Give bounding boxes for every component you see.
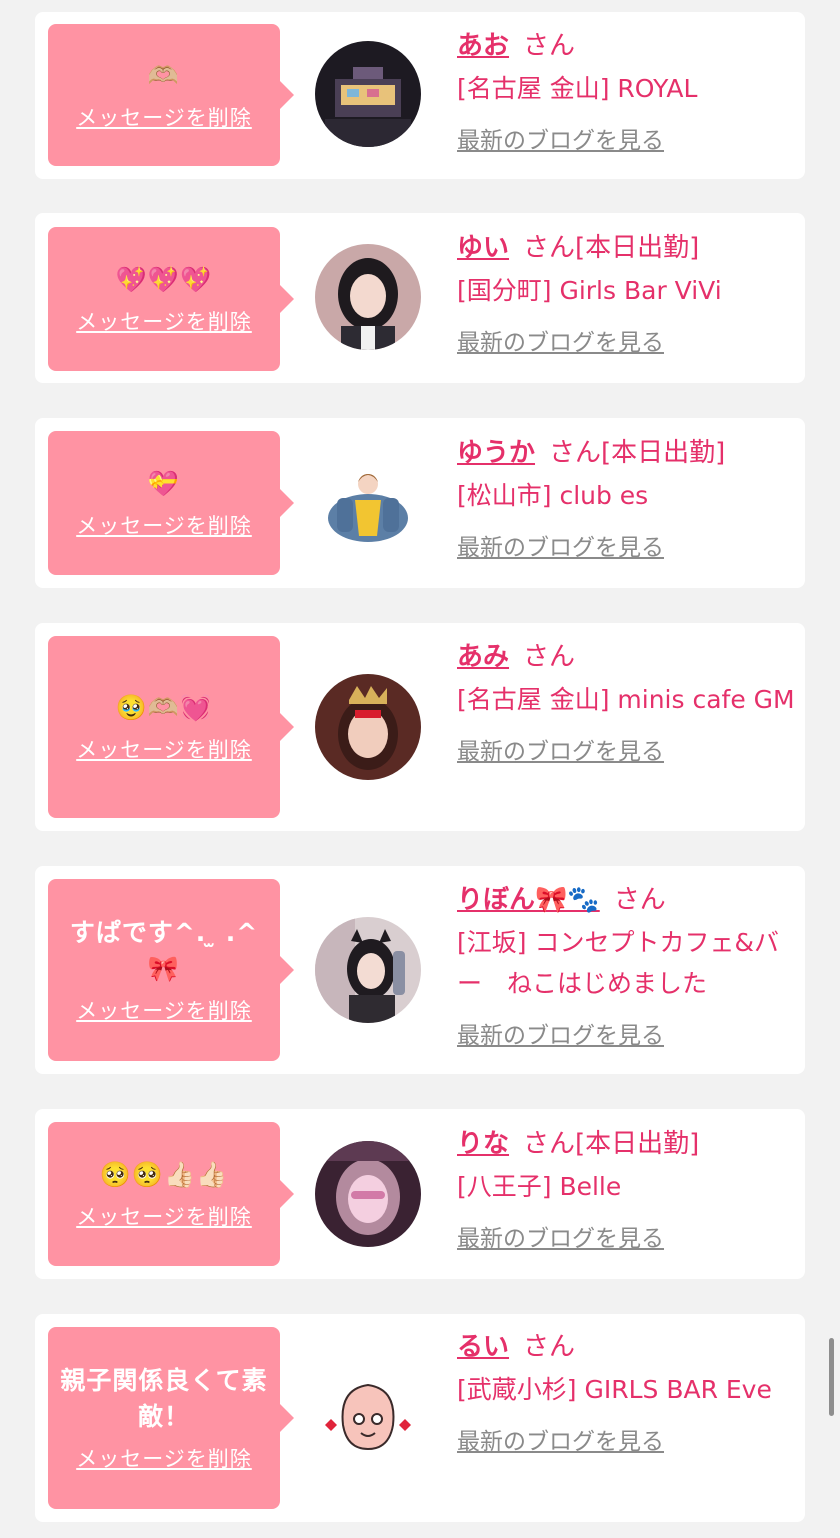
name-line: りな さん[本日出勤] (457, 1127, 797, 1161)
avatar[interactable] (315, 41, 421, 147)
cast-name-link[interactable]: りぼん🎀🐾 (457, 885, 600, 915)
delete-message-link[interactable]: メッセージを削除 (76, 102, 252, 132)
avatar[interactable] (315, 244, 421, 350)
shop-name: [八王子] Belle (457, 1172, 622, 1201)
avatar[interactable] (315, 917, 421, 1023)
name-suffix: さん[本日出勤] (523, 1129, 700, 1159)
latest-blog-link[interactable]: 最新のブログを見る (457, 732, 797, 766)
name-line: ゆうか さん[本日出勤] (457, 436, 797, 470)
name-suffix: さん (523, 31, 576, 61)
name-suffix: さん (613, 885, 666, 915)
delete-message-link[interactable]: メッセージを削除 (76, 995, 252, 1025)
name-line: ゆい さん[本日出勤] (457, 231, 797, 265)
cast-info: あみ さん [名古屋 金山] minis cafe GM 最新のブログを見る (457, 640, 797, 766)
shop-name: [松山市] club es (457, 481, 649, 510)
message-card: 親子関係良くて素敵！ メッセージを削除 るい さん [武蔵小杉] GIRLS BA… (35, 1314, 805, 1522)
message-bubble: 🥹🫶🏼💓 メッセージを削除 (48, 636, 294, 818)
avatar[interactable] (315, 1141, 421, 1247)
message-text: 💝 (147, 469, 181, 498)
cast-name-link[interactable]: あみ (457, 642, 509, 672)
cast-name-link[interactable]: ゆうか (457, 438, 535, 468)
shop-name: [国分町] Girls Bar ViVi (457, 276, 722, 305)
shop-name: [名古屋 金山] minis cafe GM (457, 685, 795, 714)
name-line: あお さん (457, 29, 797, 63)
cast-name-link[interactable]: るい (457, 1332, 509, 1362)
delete-message-link[interactable]: メッセージを削除 (76, 510, 252, 540)
scrollbar[interactable] (829, 1338, 834, 1416)
message-text: 🥺🥺👍🏻👍🏻 (99, 1160, 229, 1189)
cast-info: あお さん [名古屋 金山] ROYAL 最新のブログを見る (457, 29, 797, 155)
avatar[interactable] (315, 1365, 421, 1471)
shop-name: [江坂] コンセプトカフェ&バー ねこはじめました (457, 928, 779, 998)
message-card: 💖💖💖 メッセージを削除 ゆい さん[本日出勤] [国分町] Girls Bar … (35, 213, 805, 383)
message-card: 🥺🥺👍🏻👍🏻 メッセージを削除 りな さん[本日出勤] [八王子] Belle 最… (35, 1109, 805, 1279)
message-card: すぱです^. ̫ .^🎀 メッセージを削除 りぼん🎀🐾 さん [江坂] コンセプト… (35, 866, 805, 1074)
message-bubble: 親子関係良くて素敵！ メッセージを削除 (48, 1327, 294, 1509)
message-card: 🥹🫶🏼💓 メッセージを削除 あみ さん [名古屋 金山] minis cafe G… (35, 623, 805, 831)
avatar[interactable] (315, 450, 421, 556)
message-text: 🥹🫶🏼💓 (115, 693, 213, 722)
message-text: 💖💖💖 (115, 265, 213, 294)
cast-name-link[interactable]: あお (457, 31, 509, 61)
message-bubble: すぱです^. ̫ .^🎀 メッセージを削除 (48, 879, 294, 1061)
message-bubble: 💖💖💖 メッセージを削除 (48, 227, 294, 371)
cast-name-link[interactable]: りな (457, 1129, 509, 1159)
delete-message-link[interactable]: メッセージを削除 (76, 1201, 252, 1231)
cast-name-link[interactable]: ゆい (457, 233, 509, 263)
name-suffix: さん[本日出勤] (549, 438, 726, 468)
shop-name: [武蔵小杉] GIRLS BAR Eve (457, 1375, 772, 1404)
message-bubble: 💝 メッセージを削除 (48, 431, 294, 575)
cast-info: ゆうか さん[本日出勤] [松山市] club es 最新のブログを見る (457, 436, 797, 562)
message-card: 💝 メッセージを削除 ゆうか さん[本日出勤] [松山市] club es 最新の… (35, 418, 805, 588)
shop-name: [名古屋 金山] ROYAL (457, 74, 698, 103)
latest-blog-link[interactable]: 最新のブログを見る (457, 528, 797, 562)
name-line: るい さん (457, 1330, 797, 1364)
latest-blog-link[interactable]: 最新のブログを見る (457, 323, 797, 357)
message-bubble: 🫶🏼 メッセージを削除 (48, 24, 294, 166)
cast-info: りぼん🎀🐾 さん [江坂] コンセプトカフェ&バー ねこはじめました 最新のブログ… (457, 883, 797, 1050)
message-text: 親子関係良くて素敵！ (60, 1366, 268, 1431)
message-bubble: 🥺🥺👍🏻👍🏻 メッセージを削除 (48, 1122, 294, 1266)
delete-message-link[interactable]: メッセージを削除 (76, 734, 252, 764)
latest-blog-link[interactable]: 最新のブログを見る (457, 1016, 797, 1050)
latest-blog-link[interactable]: 最新のブログを見る (457, 121, 797, 155)
cast-info: るい さん [武蔵小杉] GIRLS BAR Eve 最新のブログを見る (457, 1330, 797, 1456)
delete-message-link[interactable]: メッセージを削除 (76, 306, 252, 336)
latest-blog-link[interactable]: 最新のブログを見る (457, 1219, 797, 1253)
cast-info: ゆい さん[本日出勤] [国分町] Girls Bar ViVi 最新のブログを見… (457, 231, 797, 357)
name-line: りぼん🎀🐾 さん (457, 883, 797, 917)
message-text: 🫶🏼 (147, 61, 181, 90)
name-line: あみ さん (457, 640, 797, 674)
message-card: 🫶🏼 メッセージを削除 あお さん [名古屋 金山] ROYAL 最新のブログを見… (35, 12, 805, 179)
delete-message-link[interactable]: メッセージを削除 (76, 1443, 252, 1473)
latest-blog-link[interactable]: 最新のブログを見る (457, 1422, 797, 1456)
name-suffix: さん (523, 642, 576, 672)
name-suffix: さん (523, 1332, 576, 1362)
cast-info: りな さん[本日出勤] [八王子] Belle 最新のブログを見る (457, 1127, 797, 1253)
avatar[interactable] (315, 674, 421, 780)
message-text: すぱです^. ̫ .^🎀 (69, 918, 259, 983)
name-suffix: さん[本日出勤] (523, 233, 700, 263)
